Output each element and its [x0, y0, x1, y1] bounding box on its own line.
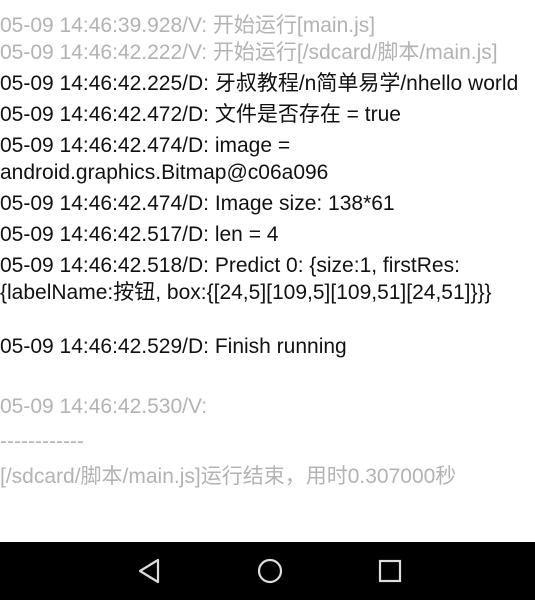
- log-line: 05-09 14:46:42.222/V: 开始运行[/sdcard/脚本/ma…: [0, 41, 498, 64]
- log-line: 05-09 14:46:42.472/D: 文件是否存在 = true: [0, 103, 401, 126]
- navigation-bar: [0, 542, 535, 600]
- home-circle-icon: [257, 558, 283, 584]
- log-line: 05-09 14:46:42.529/D: Finish running: [0, 335, 347, 358]
- log-line: 05-09 14:46:42.225/D: 牙叔教程/n简单易学/nhello …: [0, 72, 519, 95]
- back-button[interactable]: [120, 542, 180, 600]
- recent-square-icon: [378, 559, 402, 583]
- back-triangle-icon: [138, 558, 160, 584]
- log-line: 05-09 14:46:39.928/V: 开始运行[main.js]: [0, 14, 376, 37]
- log-line: 05-09 14:46:42.530/V:: [0, 395, 213, 418]
- log-line: [/sdcard/脚本/main.js]运行结束，用时0.307000秒: [0, 465, 457, 488]
- log-line: 05-09 14:46:42.518/D: Predict 0: {size:1…: [0, 254, 492, 304]
- log-line: 05-09 14:46:42.474/D: image = android.gr…: [0, 134, 329, 184]
- recent-apps-button[interactable]: [360, 542, 420, 600]
- log-output[interactable]: 05-09 14:46:39.928/V: 开始运行[main.js] 05-0…: [0, 12, 535, 542]
- home-button[interactable]: [240, 542, 300, 600]
- log-line: 05-09 14:46:42.474/D: Image size: 138*61: [0, 192, 395, 215]
- console-screen: 05-09 14:46:39.928/V: 开始运行[main.js] 05-0…: [0, 0, 535, 600]
- log-separator: ------------: [0, 430, 84, 453]
- log-line: 05-09 14:46:42.517/D: len = 4: [0, 223, 279, 246]
